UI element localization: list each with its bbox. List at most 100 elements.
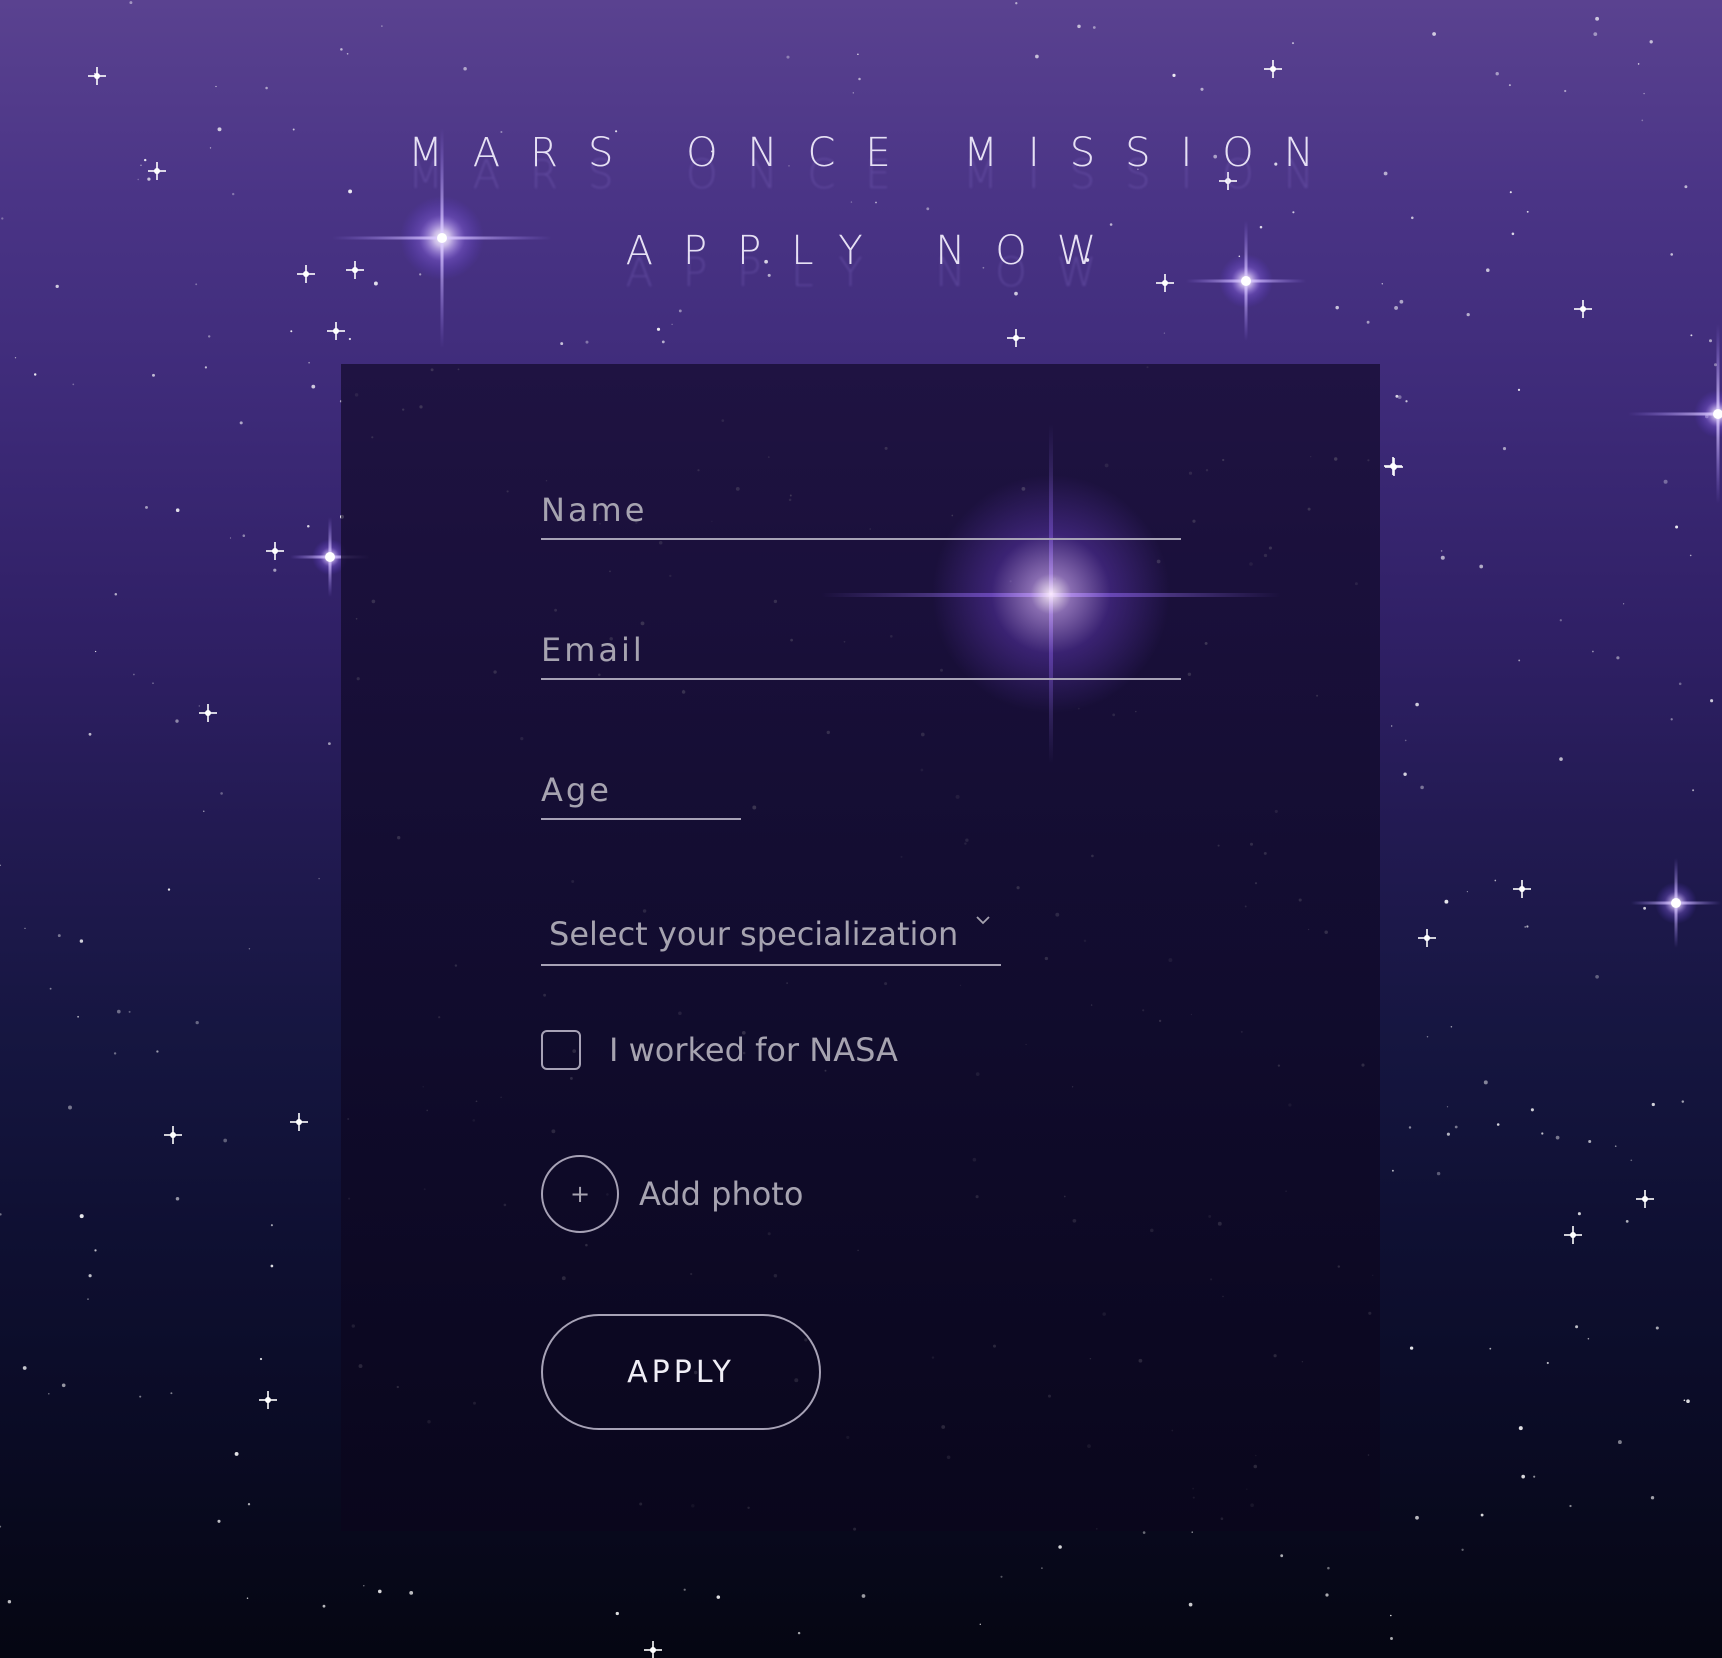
sparkle-star	[1574, 300, 1592, 318]
star-dot	[207, 335, 211, 338]
star-dot	[797, 1631, 801, 1635]
star-dot	[1327, 1566, 1330, 1570]
star-dot	[1395, 394, 1399, 398]
age-field	[541, 762, 741, 820]
sparkle-star	[1564, 1226, 1582, 1244]
star-dot	[1325, 1593, 1329, 1597]
star-dot	[204, 366, 208, 369]
star-dot	[1595, 974, 1599, 979]
star-dot	[850, 201, 853, 203]
star-dot	[1625, 1220, 1629, 1223]
star-dot	[0, 864, 1, 866]
age-input[interactable]	[541, 762, 741, 818]
star-dot	[409, 1591, 414, 1595]
nasa-checkbox-label[interactable]: I worked for NASA	[609, 1031, 898, 1069]
star-dot	[0, 1213, 2, 1216]
star-dot	[1403, 772, 1407, 776]
star-dot	[852, 92, 854, 94]
email-field	[541, 622, 1181, 680]
star-dot	[175, 508, 180, 512]
star-dot	[1592, 650, 1594, 653]
mission-title: MARS ONCE MISSION MARS ONCE MISSION	[0, 130, 1722, 198]
star-dot	[265, 86, 268, 90]
star-flare-ray-vertical	[1049, 424, 1053, 764]
star-dot	[318, 877, 320, 880]
star-dot	[1109, 223, 1113, 226]
star-dot	[1188, 1602, 1193, 1607]
add-photo-button[interactable]: +	[541, 1155, 619, 1233]
star-dot	[1546, 1361, 1549, 1365]
star-dot	[1533, 1475, 1536, 1478]
star-dot	[875, 201, 877, 204]
star-dot	[152, 373, 155, 377]
star-dot	[1670, 718, 1673, 721]
star-dot	[1541, 1132, 1544, 1135]
apply-now-heading: APPLY NOW APPLY NOW	[0, 228, 1722, 296]
star-dot	[7, 1599, 12, 1604]
star-dot	[22, 1366, 27, 1370]
apply-button[interactable]: APPLY	[541, 1314, 821, 1430]
sparkle-star	[1418, 929, 1436, 947]
application-form-card: Select your specialization I worked for …	[341, 364, 1380, 1531]
star-dot	[1389, 1614, 1392, 1617]
star-dot	[79, 1214, 84, 1219]
star-dot	[1587, 1337, 1590, 1340]
star-dot	[1502, 447, 1507, 451]
star-dot	[223, 1138, 228, 1143]
star-dot	[1483, 1080, 1488, 1085]
sparkle-star	[266, 542, 284, 560]
star-dot	[1559, 619, 1562, 622]
sparkle-star	[88, 67, 106, 85]
email-input[interactable]	[541, 622, 1181, 678]
star-dot	[48, 1393, 50, 1395]
sparkle-star	[290, 1113, 308, 1131]
name-input[interactable]	[541, 482, 1181, 538]
star-dot	[57, 934, 61, 938]
star-dot	[1432, 32, 1436, 36]
star-dot	[1526, 925, 1529, 928]
star-dot	[1710, 699, 1714, 703]
star-dot	[1466, 312, 1470, 317]
star-dot	[1440, 550, 1443, 552]
star-dot	[1577, 1212, 1581, 1216]
star-dot	[220, 792, 223, 795]
star-dot	[463, 67, 467, 71]
star-dot	[1200, 87, 1204, 91]
star-dot	[377, 1589, 382, 1594]
star-dot	[1489, 1347, 1492, 1350]
sparkle-star	[199, 704, 217, 722]
star-dot	[152, 682, 154, 684]
star-dot	[661, 340, 665, 344]
sparkle-star	[259, 1391, 277, 1409]
star-dot	[1397, 395, 1402, 399]
star-dot	[1415, 702, 1419, 707]
star-dot	[671, 323, 673, 325]
star-dot	[1518, 659, 1521, 662]
nasa-checkbox[interactable]	[541, 1030, 581, 1070]
star-dot	[1588, 1140, 1592, 1143]
star-dot	[1630, 1159, 1633, 1162]
add-photo-label[interactable]: Add photo	[639, 1175, 803, 1213]
star-dot	[1705, 414, 1709, 419]
star-dot	[77, 1015, 80, 1018]
star-dot	[1714, 363, 1717, 367]
star-dot	[156, 1050, 159, 1053]
star-dot	[72, 383, 75, 386]
plus-icon: +	[569, 1180, 591, 1208]
star-dot	[273, 568, 277, 572]
add-photo-row: + Add photo	[541, 1154, 803, 1234]
star-dot	[1411, 216, 1414, 220]
specialization-select[interactable]: Select your specialization	[541, 904, 1001, 966]
star-dot	[1454, 1125, 1458, 1129]
specialization-select-label: Select your specialization	[549, 915, 959, 953]
sparkle-star	[1007, 329, 1025, 347]
star-dot	[79, 939, 84, 943]
star-dot	[340, 48, 343, 51]
star-dot	[1041, 1567, 1043, 1569]
star-dot	[1444, 899, 1449, 904]
lens-flare-star	[1631, 858, 1721, 948]
star-dot	[88, 732, 92, 736]
star-dot	[14, 357, 17, 359]
star-dot	[93, 72, 96, 75]
star-dot	[68, 1105, 72, 1110]
